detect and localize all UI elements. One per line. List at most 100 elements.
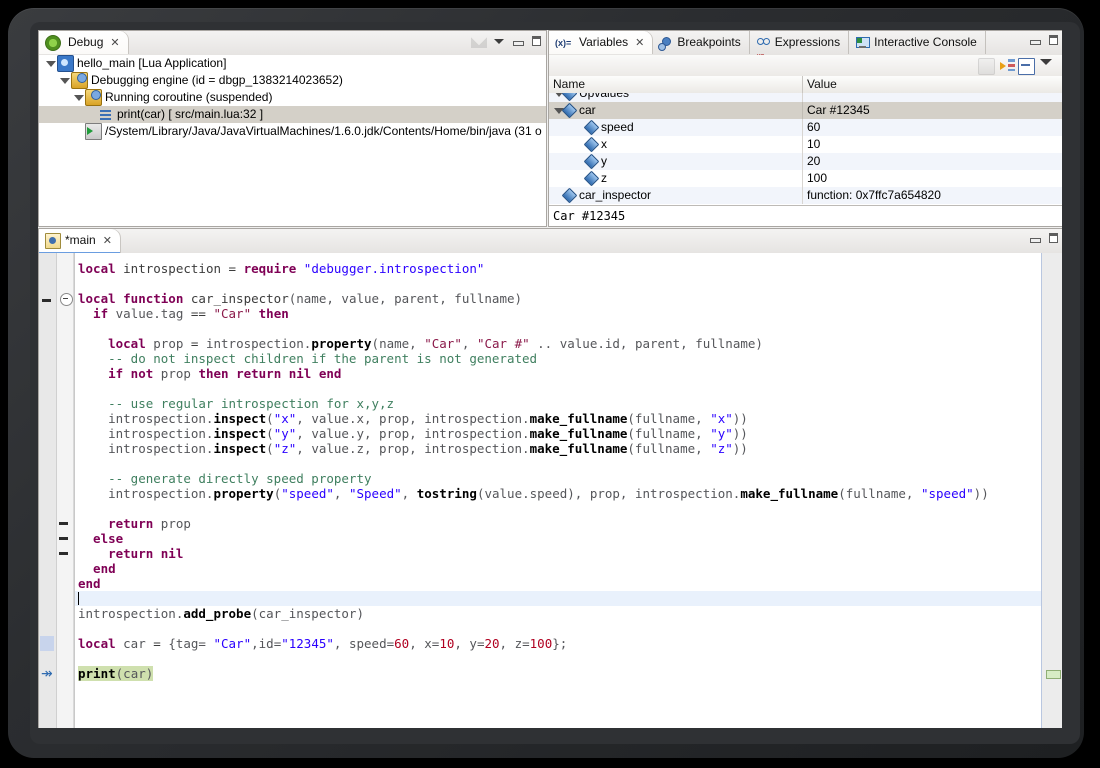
- debug-tree[interactable]: hello_main [Lua Application] Debugging en…: [39, 55, 546, 226]
- variable-name-label: car: [579, 103, 596, 117]
- variable-name-cell: Upvalues: [549, 93, 805, 102]
- code-line[interactable]: return nil: [74, 546, 1041, 561]
- code-token: make_fullname: [529, 426, 628, 441]
- minimize-button[interactable]: [1028, 34, 1041, 47]
- view-menu-icon[interactable]: [493, 35, 505, 47]
- tab-breakpoints[interactable]: Breakpoints: [652, 31, 750, 54]
- twisty-expanded-icon[interactable]: [45, 58, 56, 69]
- variable-row[interactable]: y 20: [549, 153, 1062, 170]
- tab-main-lua[interactable]: *main ✕: [39, 229, 120, 255]
- variable-row[interactable]: speed 60: [549, 119, 1062, 136]
- minimize-button[interactable]: [1028, 232, 1041, 245]
- debug-tree-row[interactable]: /System/Library/Java/JavaVirtualMachines…: [39, 123, 546, 140]
- show-logical-structure-icon[interactable]: [1000, 58, 1015, 73]
- overview-ruler-mark[interactable]: [1046, 670, 1061, 679]
- debug-tree-row[interactable]: Running coroutine (suspended): [39, 89, 546, 106]
- code-line[interactable]: [74, 276, 1041, 291]
- code-token: "speed": [281, 486, 334, 501]
- code-line[interactable]: [74, 591, 1041, 606]
- variable-value-cell: 20: [802, 153, 1062, 170]
- variable-row[interactable]: car Car #12345: [549, 102, 1062, 119]
- code-token: inspect: [213, 426, 267, 441]
- variable-row[interactable]: z 100: [549, 170, 1062, 187]
- maximize-button[interactable]: [530, 35, 543, 48]
- debug-tree-row[interactable]: print(car) [ src/main.lua:32 ]: [39, 106, 546, 123]
- code-line[interactable]: print(car): [74, 666, 1041, 681]
- variable-name-cell: z: [549, 170, 827, 187]
- code-line[interactable]: introspection.property("speed", "Speed",…: [74, 486, 1041, 501]
- code-line[interactable]: end: [74, 561, 1041, 576]
- tab-expressions[interactable]: x=Expressions: [750, 31, 850, 60]
- code-token: local: [78, 261, 124, 276]
- code-line[interactable]: local introspection = require "debugger.…: [74, 261, 1041, 276]
- maximize-button[interactable]: [1047, 232, 1060, 245]
- code-line[interactable]: -- generate directly speed property: [74, 471, 1041, 486]
- variables-table[interactable]: Upvalues car Car #12345 speed 60 x 10 y 20 z 100 ca…: [549, 93, 1062, 205]
- code-token: inspect: [213, 441, 267, 456]
- tab-label: Variables: [579, 35, 629, 49]
- variable-row[interactable]: car_inspector function: 0x7ffc7a654820: [549, 187, 1062, 204]
- overview-ruler[interactable]: [1041, 253, 1062, 728]
- code-line[interactable]: return prop: [74, 516, 1041, 531]
- code-line[interactable]: local prop = introspection.property(name…: [74, 336, 1041, 351]
- code-token: };: [552, 636, 568, 651]
- column-header-name[interactable]: Name: [549, 76, 806, 93]
- minimize-button[interactable]: [511, 35, 524, 48]
- code-line[interactable]: [74, 456, 1041, 471]
- code-line[interactable]: introspection.inspect("x", value.x, prop…: [74, 411, 1041, 426]
- code-line[interactable]: introspection.inspect("z", value.z, prop…: [74, 441, 1041, 456]
- twisty-expanded-icon[interactable]: [59, 75, 70, 86]
- debug-tree-row[interactable]: Debugging engine (id = dbgp_138321402365…: [39, 72, 546, 89]
- debug-engine-icon: [71, 72, 88, 89]
- tab-variables[interactable]: (x)= Variables ✕: [549, 31, 653, 54]
- variable-value-cell: Car #12345: [802, 102, 1062, 119]
- code-line[interactable]: introspection.inspect("y", value.y, prop…: [74, 426, 1041, 441]
- tab-debug[interactable]: Debug ✕: [39, 31, 128, 54]
- code-line[interactable]: local car = {tag= "Car",id="12345", spee…: [74, 636, 1041, 651]
- annotation-gutter[interactable]: [39, 253, 57, 728]
- code-token: (: [266, 441, 274, 456]
- code-line[interactable]: -- use regular introspection for x,y,z: [74, 396, 1041, 411]
- code-line[interactable]: [74, 501, 1041, 516]
- debug-tree-row[interactable]: hello_main [Lua Application]: [39, 55, 546, 72]
- code-line[interactable]: else: [74, 531, 1041, 546]
- code-token: car: [123, 636, 154, 651]
- code-token: 20: [484, 636, 500, 651]
- twisty-expanded-icon[interactable]: [73, 92, 84, 103]
- variable-row[interactable]: x 10: [549, 136, 1062, 153]
- layout-toggle-icon[interactable]: [1018, 58, 1035, 75]
- tab-interactive-console[interactable]: Interactive Console: [849, 31, 986, 54]
- view-menu-icon[interactable]: [1040, 58, 1055, 73]
- code-line[interactable]: if not prop then return nil end: [74, 366, 1041, 381]
- code-token: ,id=: [251, 636, 282, 651]
- code-line[interactable]: [74, 321, 1041, 336]
- close-icon[interactable]: ✕: [110, 31, 119, 54]
- code-token: .. value.id, parent, fullname): [529, 336, 763, 351]
- code-token: -- use regular introspection for x,y,z: [78, 396, 395, 411]
- code-line[interactable]: if value.tag == "Car" then: [74, 306, 1041, 321]
- code-line[interactable]: introspection.add_probe(car_inspector): [74, 606, 1041, 621]
- code-token: "debugger.introspection": [303, 261, 485, 276]
- maximize-button[interactable]: [1047, 34, 1060, 47]
- code-line[interactable]: [74, 651, 1041, 666]
- variable-name-cell: speed: [549, 119, 827, 136]
- fold-collapse-icon[interactable]: [60, 293, 73, 306]
- code-line-content: introspection.property("speed", "Speed",…: [78, 486, 989, 501]
- code-token: else: [78, 531, 124, 546]
- code-line[interactable]: [74, 621, 1041, 636]
- code-area[interactable]: local introspection = require "debugger.…: [74, 253, 1041, 728]
- debug-tree-row-label: hello_main [Lua Application]: [77, 56, 227, 70]
- source-editor: *main ✕ local introspection = require "d…: [38, 228, 1062, 728]
- code-line[interactable]: -- do not inspect children if the parent…: [74, 351, 1041, 366]
- column-header-value[interactable]: Value: [802, 76, 1062, 93]
- close-icon[interactable]: ✕: [103, 229, 112, 252]
- collapse-all-icon[interactable]: [978, 58, 995, 75]
- code-token: (value.speed), prop, introspection.: [476, 486, 741, 501]
- code-token: value.tag: [115, 306, 191, 321]
- variable-row[interactable]: Upvalues: [549, 93, 1062, 102]
- code-line[interactable]: end: [74, 576, 1041, 591]
- folding-gutter[interactable]: [42, 253, 74, 728]
- code-line[interactable]: [74, 381, 1041, 396]
- code-line[interactable]: local function car_inspector(name, value…: [74, 291, 1041, 306]
- close-icon[interactable]: ✕: [635, 31, 644, 54]
